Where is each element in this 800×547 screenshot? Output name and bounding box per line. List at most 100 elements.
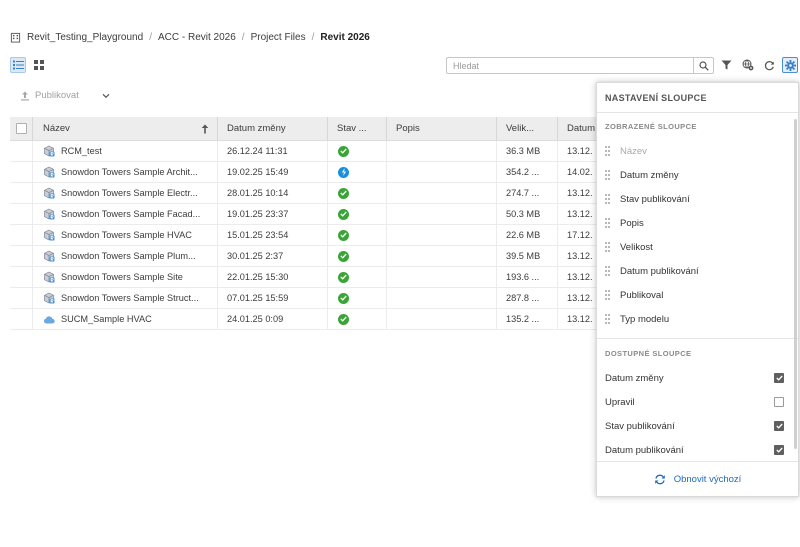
file-name-cell[interactable]: RCM_test (33, 141, 218, 161)
file-name-cell[interactable]: Snowdon Towers Sample Plum... (33, 246, 218, 266)
file-name[interactable]: SUCM_Sample HVAC (61, 314, 152, 324)
search-button[interactable] (693, 58, 713, 73)
displayed-column-label: Datum změny (620, 169, 679, 181)
displayed-column-item[interactable]: Datum změny (597, 163, 798, 187)
available-column-item[interactable]: Upravil (597, 390, 798, 414)
file-name[interactable]: Snowdon Towers Sample HVAC (61, 230, 192, 240)
description-cell (387, 162, 497, 182)
displayed-column-label: Velikost (620, 241, 653, 253)
drag-handle-icon[interactable] (605, 242, 610, 252)
table-row[interactable]: Snowdon Towers Sample Struct... 07.01.25 … (10, 288, 596, 309)
drag-handle-icon[interactable] (605, 218, 610, 228)
search-input[interactable] (447, 58, 693, 73)
file-name-cell[interactable]: Snowdon Towers Sample Archit... (33, 162, 218, 182)
displayed-columns-heading: ZOBRAZENÉ SLOUPCE (605, 122, 697, 131)
column-checkbox[interactable] (774, 421, 784, 431)
list-view-button[interactable] (10, 57, 26, 73)
published-date: 13.12. (567, 293, 593, 303)
published-status-icon (338, 292, 349, 304)
displayed-column-item[interactable]: Typ modelu (597, 307, 798, 331)
breadcrumb-folder[interactable]: Project Files (251, 32, 306, 43)
drag-handle-icon[interactable] (605, 170, 610, 180)
breadcrumb-separator: / (311, 31, 315, 43)
table-row[interactable]: Snowdon Towers Sample Facad... 19.01.25 2… (10, 204, 596, 225)
revit-model-icon (44, 292, 55, 304)
displayed-column-item[interactable]: Popis (597, 211, 798, 235)
publish-button[interactable]: Publikovat (20, 90, 110, 101)
modified-date: 19.01.25 23:37 (227, 209, 289, 219)
row-select-cell (10, 183, 33, 203)
column-header-name[interactable]: Název (33, 117, 218, 140)
drag-handle-icon[interactable] (605, 266, 610, 276)
file-name[interactable]: RCM_test (61, 146, 102, 156)
file-name[interactable]: Snowdon Towers Sample Plum... (61, 251, 196, 261)
table-row[interactable]: Snowdon Towers Sample Plum... 30.01.25 2:… (10, 246, 596, 267)
file-name[interactable]: Snowdon Towers Sample Archit... (61, 167, 198, 177)
select-all-checkbox[interactable] (16, 123, 27, 134)
file-name[interactable]: Snowdon Towers Sample Struct... (61, 293, 199, 303)
published-status-icon (338, 187, 349, 199)
available-column-item[interactable]: Datum změny (597, 366, 798, 390)
drag-handle-icon[interactable] (605, 194, 610, 204)
breadcrumb-project[interactable]: Revit_Testing_Playground (27, 32, 143, 43)
reset-defaults-button[interactable]: Obnovit výchozí (597, 461, 798, 496)
cloud-model-icon (43, 315, 55, 323)
file-name-cell[interactable]: Snowdon Towers Sample Struct... (33, 288, 218, 308)
description-cell (387, 267, 497, 287)
displayed-column-label: Publikoval (620, 289, 664, 301)
modified-date: 24.01.25 0:09 (227, 314, 284, 324)
drag-handle-icon[interactable] (605, 290, 610, 300)
table-row[interactable]: Snowdon Towers Sample HVAC 15.01.25 23:54… (10, 225, 596, 246)
file-table: Název Datum změny Stav ... Popis Velik..… (10, 117, 596, 330)
file-name-cell[interactable]: Snowdon Towers Sample Electr... (33, 183, 218, 203)
published-date: 14.02. (567, 167, 593, 177)
displayed-column-item[interactable]: Stav publikování (597, 187, 798, 211)
file-name[interactable]: Snowdon Towers Sample Facad... (61, 209, 200, 219)
column-header-status[interactable]: Stav ... (328, 117, 387, 140)
column-header-published[interactable]: Datum (558, 117, 596, 140)
available-column-item[interactable]: Datum publikování (597, 438, 798, 462)
displayed-column-item[interactable]: Velikost (597, 235, 798, 259)
breadcrumb-folder[interactable]: ACC - Revit 2026 (158, 32, 236, 43)
size-cell: 135.2 ... (497, 309, 558, 329)
column-header-size[interactable]: Velik... (497, 117, 558, 140)
table-row[interactable]: SUCM_Sample HVAC 24.01.25 0:09 135.2 ... 13… (10, 309, 596, 330)
table-row[interactable]: Snowdon Towers Sample Electr... 28.01.25 … (10, 183, 596, 204)
file-name-cell[interactable]: Snowdon Towers Sample Site (33, 267, 218, 287)
column-checkbox[interactable] (774, 445, 784, 455)
publish-settings-button[interactable] (740, 57, 756, 73)
filter-button[interactable] (718, 57, 734, 73)
modified-date-cell: 24.01.25 0:09 (218, 309, 328, 329)
grid-icon (34, 60, 44, 70)
size-cell: 39.5 MB (497, 246, 558, 266)
modified-date: 15.01.25 23:54 (227, 230, 289, 240)
table-row[interactable]: Snowdon Towers Sample Archit... 19.02.25 … (10, 162, 596, 183)
column-checkbox[interactable] (774, 397, 784, 407)
file-name[interactable]: Snowdon Towers Sample Site (61, 272, 183, 282)
available-column-item[interactable]: Stav publikování (597, 414, 798, 438)
available-columns-heading: DOSTUPNÉ SLOUPCE (605, 349, 692, 358)
column-checkbox[interactable] (774, 373, 784, 383)
column-header-description[interactable]: Popis (387, 117, 497, 140)
published-date-cell: 13.12. (558, 267, 596, 287)
file-name-cell[interactable]: SUCM_Sample HVAC (33, 309, 218, 329)
displayed-column-item[interactable]: Datum publikování (597, 259, 798, 283)
chevron-down-icon[interactable] (102, 93, 110, 99)
table-row[interactable]: Snowdon Towers Sample Site 22.01.25 15:30… (10, 267, 596, 288)
table-row[interactable]: RCM_test 26.12.24 11:31 36.3 MB 13.12. (10, 141, 596, 162)
drag-handle-icon[interactable] (605, 314, 610, 324)
displayed-column-item[interactable]: Publikoval (597, 283, 798, 307)
grid-view-button[interactable] (31, 57, 47, 73)
panel-scrollbar[interactable] (794, 119, 797, 449)
published-date: 17.12. (567, 230, 593, 240)
refresh-button[interactable] (761, 57, 777, 73)
column-header-modified[interactable]: Datum změny (218, 117, 328, 140)
size-cell: 50.3 MB (497, 204, 558, 224)
description-cell (387, 141, 497, 161)
file-name-cell[interactable]: Snowdon Towers Sample Facad... (33, 204, 218, 224)
file-name-cell[interactable]: Snowdon Towers Sample HVAC (33, 225, 218, 245)
row-select-cell (10, 204, 33, 224)
file-name[interactable]: Snowdon Towers Sample Electr... (61, 188, 198, 198)
displayed-column-label: Popis (620, 217, 644, 229)
column-settings-button[interactable] (782, 57, 798, 73)
